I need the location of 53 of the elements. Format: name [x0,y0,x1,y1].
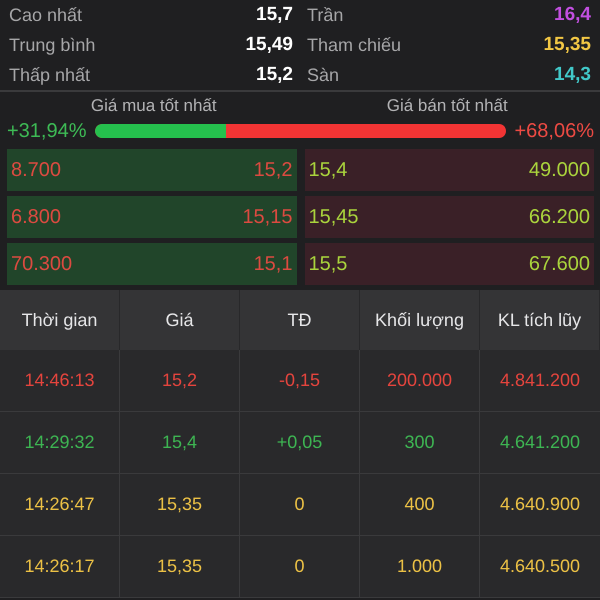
ask-title: Giá bán tốt nhất [386,96,508,116]
table-cell: 15,2 [120,350,240,412]
ask-volume: 49.000 [528,158,590,182]
bid-volume: 8.700 [11,158,62,182]
column-header: KL tích lũy [480,290,600,350]
table-cell: 400 [360,474,480,536]
bid-price: 15,1 [254,252,292,276]
stat-label: Trung bình [9,34,96,56]
table-cell: 0 [240,474,360,536]
stat-value: 16,4 [554,4,591,26]
ask-price: 15,5 [308,252,348,276]
stat-label: Thấp nhất [9,64,90,86]
stat-value: 15,49 [245,34,293,56]
table-cell: 1.000 [360,536,480,598]
stat-value: 14,3 [554,64,591,86]
bid-volume: 6.800 [11,206,62,228]
stat-value: 15,7 [256,4,293,26]
table-cell: -0,15 [240,350,360,412]
ask-volume: 67.600 [528,252,590,276]
ask-price: 15,45 [308,206,359,228]
table-cell: 300 [360,412,480,474]
table-cell: 200.000 [360,350,480,412]
stat-label: Tham chiếu [307,34,402,56]
table-cell: 4.841.200 [480,350,600,412]
table-cell: 4.640.500 [480,536,600,598]
column-header: Thời gian [0,290,120,350]
stat-value: 15,35 [543,34,591,56]
table-cell: 4.641.200 [480,412,600,474]
bid-share: +31,94% [7,120,87,142]
stat-label: Cao nhất [9,4,82,26]
bid-price: 15,2 [254,158,292,182]
stat-label: Trần [307,4,344,26]
table-cell: 14:46:13 [0,350,120,412]
ask-price: 15,4 [308,158,348,182]
bid-title: Giá mua tốt nhất [90,96,217,116]
column-header: TĐ [240,290,360,350]
column-header: Khối lượng [360,290,480,350]
stat-label: Sàn [307,64,340,86]
table-cell: 15,35 [120,536,240,598]
table-cell: 4.640.900 [480,474,600,536]
stat-value: 15,2 [256,64,293,86]
table-cell: 15,4 [120,412,240,474]
ask-volume: 66.200 [528,206,590,228]
table-cell: 14:26:17 [0,536,120,598]
bid-price: 15,15 [242,206,292,228]
table-cell: 14:26:47 [0,474,120,536]
table-cell: 0 [240,536,360,598]
table-cell: 14:29:32 [0,412,120,474]
bid-volume: 70.300 [11,252,72,276]
table-cell: +0,05 [240,412,360,474]
table-cell: 15,35 [120,474,240,536]
ask-share: +68,06% [514,120,594,142]
column-header: Giá [120,290,240,350]
